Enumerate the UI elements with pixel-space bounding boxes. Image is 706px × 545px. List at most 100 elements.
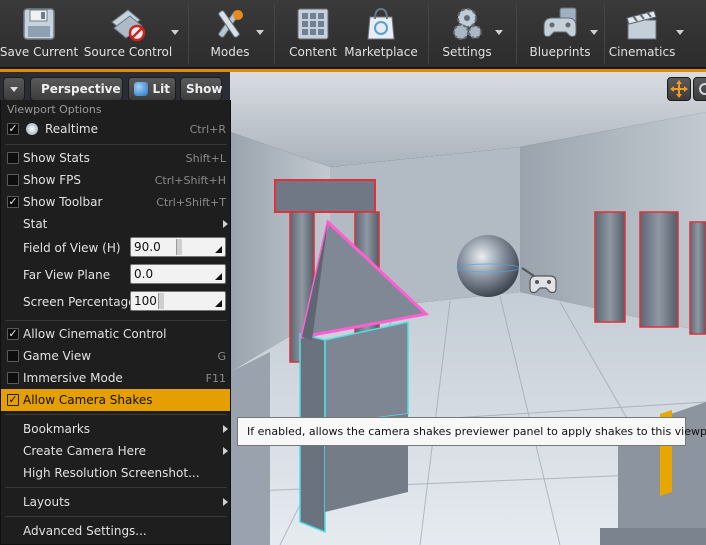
- menu-item-advanced-settings[interactable]: Advanced Settings...: [1, 520, 230, 542]
- hires-label: High Resolution Screenshot...: [23, 466, 200, 480]
- menu-item-show-toolbar[interactable]: ✓ Show Toolbar Ctrl+Shift+T: [1, 191, 230, 213]
- perspective-button[interactable]: Perspective: [30, 77, 123, 101]
- menu-item-immersive-mode[interactable]: Immersive Mode F11: [1, 367, 230, 389]
- checkbox-checked-icon[interactable]: ✓: [7, 196, 19, 208]
- blueprints-dropdown-icon[interactable]: [590, 30, 598, 35]
- content-label: Content: [289, 45, 337, 59]
- immersive-shortcut: F11: [205, 372, 226, 385]
- modes-tools-icon: [210, 4, 250, 44]
- far-view-value: 0.0: [134, 267, 154, 281]
- settings-button[interactable]: Settings: [441, 0, 493, 68]
- menu-item-far-view-plane: Far View Plane 0.0: [1, 262, 230, 288]
- menu-item-create-camera[interactable]: Create Camera Here: [1, 440, 230, 462]
- menu-item-show-fps[interactable]: Show FPS Ctrl+Shift+H: [1, 169, 230, 191]
- realtime-shortcut: Ctrl+R: [189, 123, 226, 136]
- checkbox-checked-icon[interactable]: ✓: [7, 394, 19, 406]
- lit-button[interactable]: Lit: [128, 77, 176, 101]
- viewport-options-menu: Viewport Options ✓ Realtime Ctrl+R Show …: [0, 100, 231, 545]
- transform-rotate-button[interactable]: [693, 77, 706, 101]
- transform-translate-button[interactable]: [667, 77, 691, 101]
- menu-item-show-stats[interactable]: Show Stats Shift+L: [1, 147, 230, 169]
- toolbar-divider: [516, 4, 517, 64]
- menu-divider: [5, 144, 227, 145]
- show-fps-shortcut: Ctrl+Shift+H: [154, 174, 226, 187]
- main-toolbar: Save Current Source Control Modes Conten…: [0, 0, 706, 68]
- menu-item-screen-percentage: Screen Percentage 100: [1, 289, 230, 315]
- rotate-icon: [699, 83, 706, 95]
- source-control-button[interactable]: Source Control: [83, 0, 173, 68]
- gamepad-icon: [540, 4, 580, 44]
- menu-item-hires-screenshot[interactable]: High Resolution Screenshot...: [1, 462, 230, 484]
- checkbox-checked-icon[interactable]: ✓: [7, 123, 19, 135]
- show-stats-shortcut: Shift+L: [185, 152, 226, 165]
- modes-dropdown-icon[interactable]: [256, 30, 264, 35]
- viewport-options-button[interactable]: [3, 77, 25, 101]
- show-stats-label: Show Stats: [23, 151, 90, 165]
- menu-divider: [5, 516, 227, 517]
- cinematics-label: Cinematics: [608, 45, 676, 59]
- toolbar-divider: [274, 4, 275, 64]
- blueprints-button[interactable]: Blueprints: [528, 0, 592, 68]
- menu-item-stat[interactable]: Stat: [1, 213, 230, 235]
- immersive-label: Immersive Mode: [23, 371, 123, 385]
- blueprints-label: Blueprints: [529, 45, 591, 59]
- fov-value: 90.0: [134, 240, 161, 254]
- checkbox-checked-icon[interactable]: ✓: [7, 328, 19, 340]
- chevron-down-icon: [10, 86, 18, 92]
- menu-item-realtime[interactable]: ✓ Realtime Ctrl+R: [1, 118, 230, 140]
- cinematics-button[interactable]: Cinematics: [609, 0, 675, 68]
- menu-item-field-of-view: Field of View (H) 90.0: [1, 235, 230, 261]
- show-label: Show: [186, 82, 223, 96]
- slider-handle[interactable]: [176, 239, 182, 255]
- menu-item-cinematic-control[interactable]: ✓ Allow Cinematic Control: [1, 323, 230, 345]
- toolbar-divider: [604, 4, 605, 64]
- screen-pct-label: Screen Percentage: [23, 295, 136, 309]
- game-view-label: Game View: [23, 349, 92, 363]
- show-fps-label: Show FPS: [23, 173, 81, 187]
- modes-button[interactable]: Modes: [204, 0, 256, 68]
- source-control-dropdown-icon[interactable]: [171, 30, 179, 35]
- perspective-label: Perspective: [41, 82, 121, 96]
- menu-item-camera-shakes[interactable]: ✓ Allow Camera Shakes: [1, 389, 230, 411]
- checkbox-icon[interactable]: [7, 174, 19, 186]
- cinematics-dropdown-icon[interactable]: [676, 30, 684, 35]
- show-toolbar-shortcut: Ctrl+Shift+T: [156, 196, 226, 209]
- move-arrows-icon: [670, 80, 688, 98]
- fov-spinbox[interactable]: 90.0: [130, 237, 226, 257]
- show-button[interactable]: Show: [180, 77, 223, 101]
- camera-shakes-label: Allow Camera Shakes: [23, 393, 153, 407]
- menu-item-bookmarks[interactable]: Bookmarks: [1, 418, 230, 440]
- content-button[interactable]: Content: [287, 0, 339, 68]
- source-control-icon: [108, 4, 148, 44]
- menu-divider: [5, 414, 227, 415]
- settings-label: Settings: [442, 45, 492, 59]
- checkbox-icon[interactable]: [7, 152, 19, 164]
- checkbox-icon[interactable]: [7, 372, 19, 384]
- source-control-label: Source Control: [83, 45, 173, 59]
- settings-dropdown-icon[interactable]: [495, 30, 503, 35]
- far-view-spinbox[interactable]: 0.0: [130, 264, 226, 284]
- spin-resize-icon: [215, 273, 222, 280]
- realtime-icon: [26, 123, 38, 135]
- menu-item-layouts[interactable]: Layouts: [1, 491, 230, 513]
- advanced-label: Advanced Settings...: [23, 524, 147, 538]
- menu-divider: [5, 320, 227, 321]
- marketplace-button[interactable]: Marketplace: [344, 0, 418, 68]
- content-grid-icon: [293, 4, 333, 44]
- show-toolbar-label: Show Toolbar: [23, 195, 103, 209]
- slider-handle[interactable]: [158, 293, 164, 309]
- lit-label: Lit: [152, 82, 171, 96]
- screen-pct-spinbox[interactable]: 100: [130, 291, 226, 311]
- layouts-label: Layouts: [23, 495, 71, 509]
- menu-item-game-view[interactable]: Game View G: [1, 345, 230, 367]
- marketplace-bag-icon: [361, 4, 401, 44]
- menu-section-header: Viewport Options: [7, 103, 102, 116]
- game-view-shortcut: G: [217, 350, 226, 363]
- stat-label: Stat: [23, 217, 48, 231]
- far-view-label: Far View Plane: [23, 268, 111, 282]
- create-camera-label: Create Camera Here: [23, 444, 147, 458]
- checkbox-icon[interactable]: [7, 350, 19, 362]
- bookmarks-label: Bookmarks: [23, 422, 91, 436]
- submenu-arrow-icon: [223, 447, 228, 455]
- save-current-button[interactable]: Save Current: [0, 0, 78, 68]
